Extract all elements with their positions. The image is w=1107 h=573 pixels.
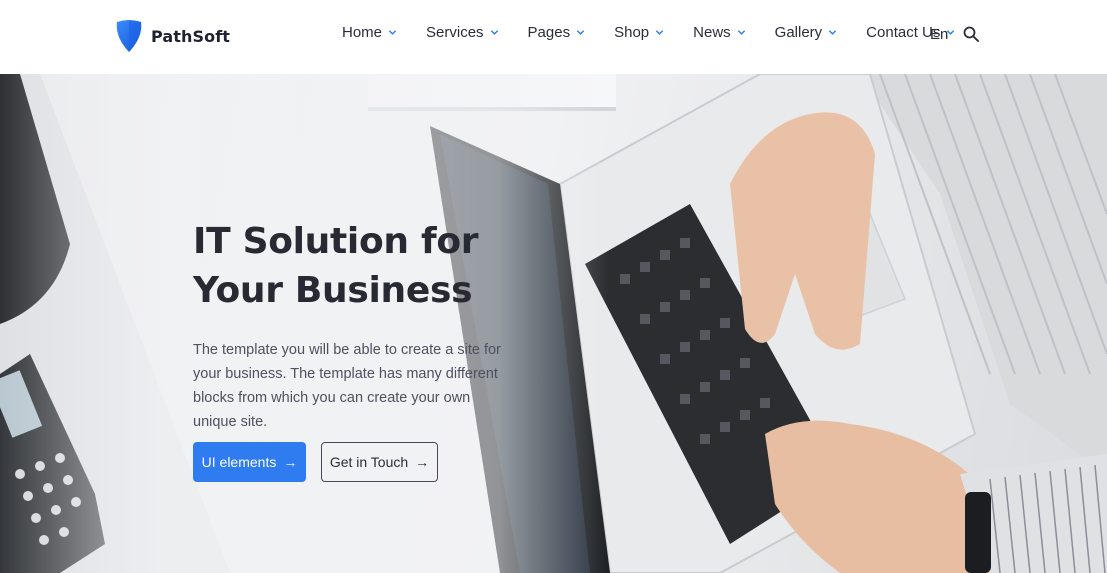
language-switcher[interactable]: En bbox=[930, 26, 948, 43]
site-header: PathSoft Home Services Pages Shop News G… bbox=[0, 0, 1107, 74]
hero-title: IT Solution for Your Business bbox=[193, 221, 479, 311]
nav-item-label: Services bbox=[426, 24, 484, 41]
chevron-down-icon bbox=[576, 30, 585, 35]
hero-background-image bbox=[0, 74, 1107, 573]
nav-item-label: Pages bbox=[527, 24, 571, 41]
arrow-right-icon: → bbox=[415, 454, 430, 470]
nav-item-label: Home bbox=[342, 24, 383, 41]
nav-item-home[interactable]: Home bbox=[342, 24, 397, 41]
main-nav: Home Services Pages Shop News Gallery Co… bbox=[342, 24, 984, 41]
chevron-down-icon bbox=[655, 30, 664, 35]
chevron-down-icon bbox=[388, 30, 397, 35]
search-icon[interactable] bbox=[963, 26, 979, 42]
brand-name: PathSoft bbox=[151, 26, 231, 46]
button-label: UI elements bbox=[201, 454, 277, 470]
nav-item-label: News bbox=[693, 24, 731, 41]
hero-description: The template you will be able to create … bbox=[193, 342, 501, 430]
hero-section: IT Solution for Your Business The templa… bbox=[0, 74, 1107, 573]
nav-item-label: Shop bbox=[614, 24, 650, 41]
nav-item-label: Gallery bbox=[774, 24, 823, 41]
nav-item-services[interactable]: Services bbox=[426, 24, 499, 41]
chevron-down-icon bbox=[490, 30, 498, 35]
nav-item-pages[interactable]: Pages bbox=[528, 24, 586, 41]
get-in-touch-button[interactable]: Get in Touch → bbox=[321, 442, 438, 482]
logo[interactable]: PathSoft bbox=[114, 19, 230, 53]
nav-item-news[interactable]: News bbox=[693, 24, 746, 41]
nav-item-shop[interactable]: Shop bbox=[614, 24, 664, 41]
chevron-down-icon bbox=[737, 30, 745, 35]
arrow-right-icon: → bbox=[283, 454, 298, 470]
nav-item-gallery[interactable]: Gallery bbox=[775, 24, 838, 41]
logo-shield-icon bbox=[116, 20, 142, 52]
button-label: Get in Touch bbox=[329, 454, 409, 470]
ui-elements-button[interactable]: UI elements → bbox=[193, 442, 306, 482]
chevron-down-icon bbox=[829, 30, 837, 35]
